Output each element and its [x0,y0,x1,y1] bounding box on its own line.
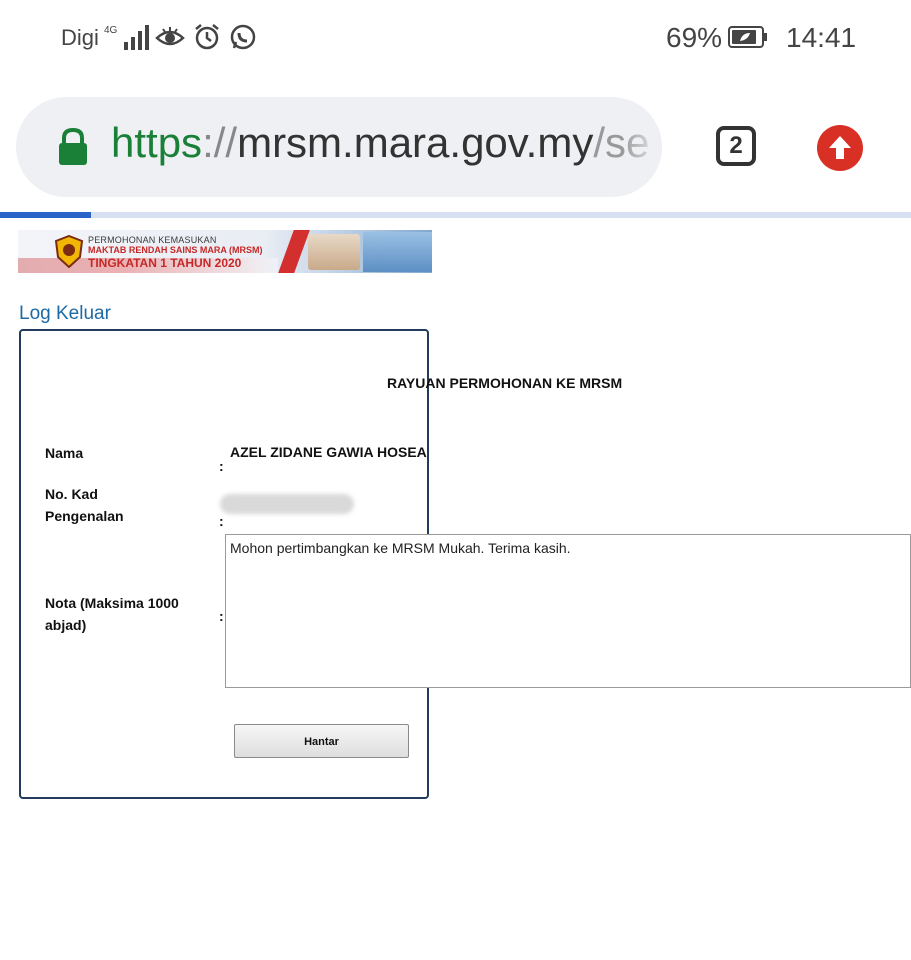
name-label: Nama [45,445,84,461]
name-value: AZEL ZIDANE GAWIA HOSEA [230,444,427,460]
svg-text:4G: 4G [104,25,118,36]
tab-switcher-button[interactable]: 2 [716,126,756,166]
ic-label-line-2: Pengenalan [45,508,124,524]
status-bar: Digi 4G 69% 14:41 [0,0,911,78]
banner-line-3: TINGKATAN 1 TAHUN 2020 [88,256,242,270]
alarm-icon [195,24,219,50]
signal-4g-icon: 4G [104,25,149,50]
arrow-up-icon [829,136,851,159]
banner-photo [308,234,360,270]
banner-line-1: PERMOHONAN KEMASUKAN [88,235,217,245]
nota-colon: : [219,608,224,624]
name-colon: : [219,458,224,474]
mara-crest-icon [54,235,84,268]
nota-label-line-1: Nota (Maksima 1000 [45,595,179,611]
carrier-label: Digi [61,25,99,50]
ic-number-redacted [220,494,354,514]
page-load-progress-fill [0,212,91,218]
url-text[interactable]: https://mrsm.mara.gov.my/se [111,119,649,167]
ic-colon: : [219,513,224,529]
nota-textarea[interactable]: Mohon pertimbangkan ke MRSM Mukah. Terim… [225,534,911,688]
banner-line-2: MAKTAB RENDAH SAINS MARA (MRSM) [88,245,263,255]
page-load-progress [0,212,911,218]
logout-link[interactable]: Log Keluar [19,303,111,325]
ic-label-line-1: No. Kad [45,486,98,502]
whatsapp-icon [230,24,256,50]
update-button[interactable] [817,125,863,171]
nota-label-line-2: abjad) [45,617,87,633]
battery-percent: 69% [666,22,723,53]
lock-icon [59,127,87,165]
clock: 14:41 [786,22,857,53]
form-title: RAYUAN PERMOHONAN KE MRSM [387,375,623,391]
submit-button[interactable]: Hantar [234,724,409,758]
header-banner: PERMOHONAN KEMASUKAN MAKTAB RENDAH SAINS… [18,230,432,273]
address-bar[interactable]: https://mrsm.mara.gov.my/se [16,97,662,197]
banner-city-photo [363,232,432,272]
battery-icon [728,26,767,48]
eye-comfort-icon [155,27,185,46]
